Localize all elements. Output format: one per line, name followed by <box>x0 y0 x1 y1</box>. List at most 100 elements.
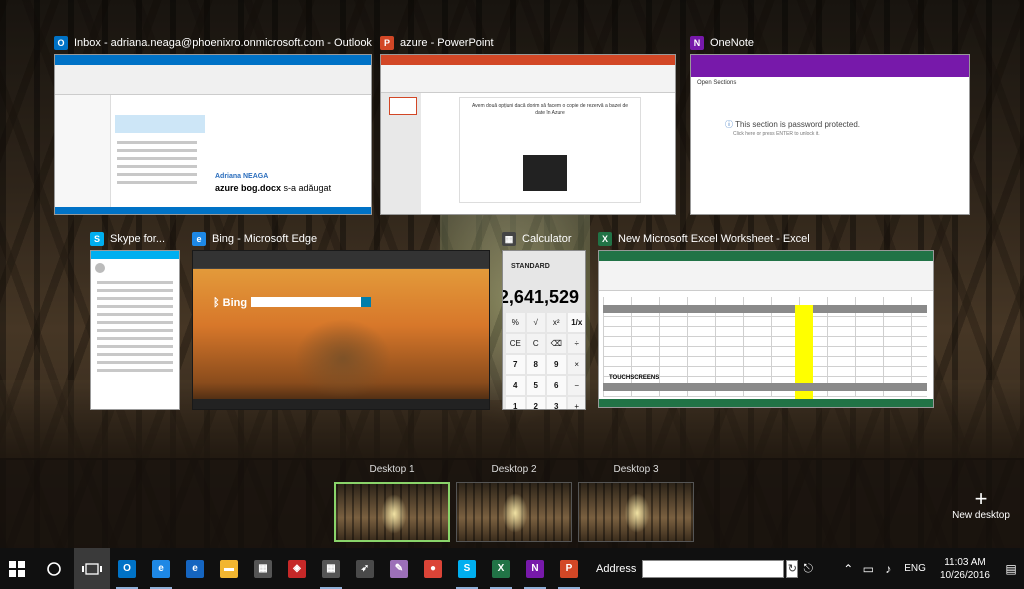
calculator-key[interactable]: 6 <box>547 376 566 395</box>
language-indicator[interactable]: ENG <box>904 563 926 574</box>
onenote-lock-message: ⓘ This section is password protected. <box>725 120 861 129</box>
taskbar-feather[interactable]: ➶ <box>348 548 382 589</box>
calculator-key[interactable]: 8 <box>526 355 545 374</box>
excel-icon: X <box>492 559 510 578</box>
start-button[interactable] <box>0 548 34 589</box>
slide-text: Avem două opțiuni dacă dorim să facem o … <box>471 103 629 116</box>
desktop-label: Desktop 2 <box>491 464 537 475</box>
taskbar-file-explorer[interactable]: ▬ <box>212 548 246 589</box>
window-title: New Microsoft Excel Worksheet - Excel <box>618 233 810 245</box>
onenote-icon: N <box>690 36 704 50</box>
cortana-button[interactable] <box>34 548 74 589</box>
calculator-key[interactable]: C <box>526 334 545 353</box>
excel-section: TOUCHSCREENS <box>609 375 660 381</box>
people-icon[interactable]: ⎋ <box>798 561 818 576</box>
window-calculator[interactable]: ▦ Calculator <box>502 230 586 248</box>
paint-icon: ✎ <box>390 559 408 578</box>
desktop-preview <box>334 482 450 542</box>
clock-date: 10/26/2016 <box>939 569 990 581</box>
desktop-1[interactable]: Desktop 1 <box>334 464 450 542</box>
taskbar-powerpoint[interactable]: P <box>552 548 586 589</box>
onenote-thumbnail[interactable]: Open Sections ⓘ This section is password… <box>690 54 970 215</box>
calculator-key[interactable]: − <box>567 376 585 395</box>
clock[interactable]: 11:03 AM 10/26/2016 <box>940 556 990 582</box>
window-powerpoint[interactable]: P azure - PowerPoint <box>380 34 676 52</box>
calculator-key[interactable]: % <box>506 313 525 332</box>
window-excel[interactable]: X New Microsoft Excel Worksheet - Excel <box>598 230 934 248</box>
calculator-key[interactable]: 3 <box>547 397 566 409</box>
calculator-key[interactable]: CE <box>506 334 525 353</box>
calculator-key[interactable]: 5 <box>526 376 545 395</box>
taskbar-store[interactable]: ▦ <box>246 548 280 589</box>
edge-thumbnail[interactable]: ᛒ Bing <box>192 250 490 410</box>
calculator-key[interactable]: 4 <box>506 376 525 395</box>
taskbar-calculator[interactable]: ▦ <box>314 548 348 589</box>
calculator-key[interactable]: 1 <box>506 397 525 409</box>
taskbar-excel[interactable]: X <box>484 548 518 589</box>
window-title: OneNote <box>710 37 755 49</box>
calculator-key[interactable]: 1/x <box>567 313 585 332</box>
task-view-icon <box>82 562 102 575</box>
outlook-doc-title: azure bog.docx s-a adăugat <box>215 183 332 193</box>
outlook-thumbnail[interactable]: Adriana NEAGA azure bog.docx s-a adăugat <box>54 54 372 215</box>
calculator-key[interactable]: 9 <box>547 355 566 374</box>
calculator-key[interactable]: ÷ <box>567 334 585 353</box>
taskbar-apps: Oe e ▬ ▦ ◈ ▦ ➶ ✎ ● S X N P <box>110 548 586 589</box>
taskbar: Oe e ▬ ▦ ◈ ▦ ➶ ✎ ● S X N P Address ↻ ⎋ ⌃ ▭ ♪ ENG 11:… <box>0 548 1024 589</box>
calculator-key[interactable]: × <box>567 355 585 374</box>
bing-logo: ᛒ Bing <box>213 297 248 309</box>
chevron-up-icon[interactable]: ⌃ <box>838 562 858 576</box>
volume-icon[interactable]: ♪ <box>878 562 898 576</box>
desktop-preview <box>456 482 572 542</box>
calculator-key[interactable]: 2 <box>526 397 545 409</box>
window-skype[interactable]: S Skype for... <box>90 230 180 248</box>
calculator-key[interactable]: + <box>567 397 585 409</box>
window-title: Skype for... <box>110 233 166 245</box>
calculator-key[interactable]: ⌫ <box>547 334 566 353</box>
open-sections: Open Sections <box>697 80 737 86</box>
onenote-icon: N <box>526 559 544 578</box>
powerpoint-thumbnail[interactable]: Avem două opțiuni dacă dorim să facem o … <box>380 54 676 215</box>
excel-icon: X <box>598 232 612 246</box>
calculator-thumbnail[interactable]: STANDARD 72,641,529 %√x²1/x CEC⌫÷ 789× 456−… <box>502 250 586 410</box>
taskbar-skype[interactable]: S <box>450 548 484 589</box>
taskbar-security[interactable]: ◈ <box>280 548 314 589</box>
taskbar-chrome[interactable]: ● <box>416 548 450 589</box>
desktop-3[interactable]: Desktop 3 <box>578 464 694 542</box>
desktop-label: Desktop 3 <box>613 464 659 475</box>
address-input[interactable] <box>642 559 785 578</box>
taskbar-paint[interactable]: ✎ <box>382 548 416 589</box>
desktop-2[interactable]: Desktop 2 <box>456 464 572 542</box>
window-edge[interactable]: e Bing - Microsoft Edge <box>192 230 490 248</box>
refresh-icon[interactable]: ↻ <box>786 559 799 578</box>
store-icon: ▦ <box>254 559 272 578</box>
edge-icon: e <box>192 232 206 246</box>
new-desktop-button[interactable]: + New desktop <box>944 488 1018 522</box>
window-title: Inbox - adriana.neaga@phoenixro.onmicros… <box>74 37 372 49</box>
taskbar-edge[interactable]: e <box>144 548 178 589</box>
calculator-key[interactable]: √ <box>526 313 545 332</box>
security-icon: ◈ <box>288 559 306 578</box>
calculator-key[interactable]: 7 <box>506 355 525 374</box>
bing-search-input[interactable] <box>251 297 361 307</box>
cortana-icon <box>47 561 61 576</box>
bing-search-button[interactable] <box>361 297 371 307</box>
internet-explorer-icon: e <box>186 559 204 578</box>
excel-thumbnail[interactable]: TOUCHSCREENS <box>598 250 934 408</box>
clock-time: 11:03 AM <box>944 556 986 568</box>
powerpoint-icon: P <box>560 559 578 578</box>
taskbar-onenote[interactable]: N <box>518 548 552 589</box>
skype-thumbnail[interactable] <box>90 250 180 410</box>
taskbar-internet-explorer[interactable]: e <box>178 548 212 589</box>
desktop-preview <box>578 482 694 542</box>
window-outlook[interactable]: O Inbox - adriana.neaga@phoenixro.onmicr… <box>54 34 372 52</box>
notifications-icon[interactable]: ▤ <box>998 562 1024 576</box>
taskbar-outlook[interactable]: O <box>110 548 144 589</box>
window-onenote[interactable]: N OneNote <box>690 34 970 52</box>
calculator-key[interactable]: x² <box>547 313 566 332</box>
task-view-button[interactable] <box>74 548 110 589</box>
calculator-keypad: %√x²1/xCEC⌫÷789×456−123+±0.= <box>506 313 585 409</box>
powerpoint-icon: P <box>380 36 394 50</box>
network-icon[interactable]: ▭ <box>858 562 878 576</box>
outlook-icon: O <box>54 36 68 50</box>
